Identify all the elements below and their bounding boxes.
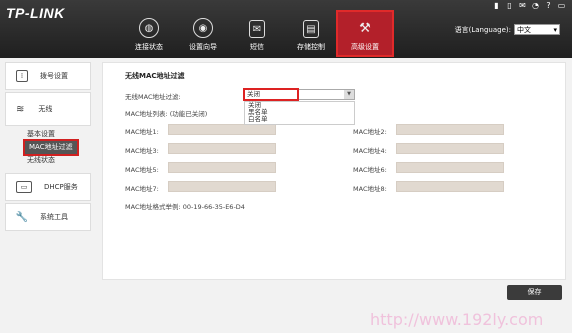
mac-input-5[interactable] [168, 162, 276, 173]
nav-label: 高级设置 [351, 43, 379, 51]
nav-label: 连接状态 [135, 43, 163, 51]
subnav-mac-filter[interactable]: MAC地址过滤 [23, 139, 79, 156]
mac-input-7[interactable] [168, 181, 276, 192]
mac-input-6[interactable] [396, 162, 504, 173]
watermark-text: http://www.192ly.com [370, 310, 544, 329]
battery-icon: ▭ [557, 1, 566, 10]
sidebar: ⁞ 拨号设置 ≋ 无线 基本设置 MAC地址过滤 无线状态 ▭ DHCP服务 🔧… [5, 62, 91, 233]
nav-label: 短信 [250, 43, 264, 51]
wifi-icon: ≋ [16, 103, 25, 115]
sidebar-item-label: 系统工具 [40, 213, 68, 221]
nav-sms[interactable]: ✉ 短信 [230, 12, 284, 55]
nav-label: 设置向导 [189, 43, 217, 51]
storage-icon: ▤ [303, 20, 319, 38]
sidebar-item-label: 无线 [38, 105, 53, 113]
top-header: TP-LINK ▮ ▯ ✉ ◔ ? ▭ ◍ 连接状态 ◉ 设置向导 ✉ 短信 ▤… [0, 0, 572, 58]
tools-icon: ⚒ [359, 20, 371, 36]
wizard-icon: ◉ [193, 18, 213, 38]
main-nav: ◍ 连接状态 ◉ 设置向导 ✉ 短信 ▤ 存储控制 ⚒ 高级设置 [122, 10, 394, 57]
wrench-icon: 🔧 [15, 211, 29, 223]
mac-input-1[interactable] [168, 124, 276, 135]
highlight-box [243, 88, 299, 101]
nav-setup-wizard[interactable]: ◉ 设置向导 [176, 12, 230, 55]
sidebar-item-wireless[interactable]: ≋ 无线 [5, 92, 91, 126]
mac-label-3: MAC地址3: [125, 147, 159, 155]
mail-icon: ✉ [249, 20, 265, 38]
nav-advanced-settings[interactable]: ⚒ 高级设置 [336, 10, 394, 57]
mac-label-5: MAC地址5: [125, 166, 159, 174]
mac-label-6: MAC地址6: [353, 166, 387, 174]
filter-options: 关闭 黑名单 白名单 [244, 101, 355, 125]
mac-label-2: MAC地址2: [353, 128, 387, 136]
mac-filter-panel: 无线MAC地址过滤 无线MAC地址过滤: 关闭 ▼ 关闭 黑名单 白名单 MAC… [102, 62, 566, 280]
page-title: 无线MAC地址过滤 [125, 72, 185, 80]
filter-label: 无线MAC地址过滤: [125, 93, 181, 101]
wireless-subnav: 基本设置 MAC地址过滤 无线状态 [5, 126, 91, 169]
mac-input-2[interactable] [396, 124, 504, 135]
dialpad-icon: ⁞ [16, 70, 28, 82]
chevron-down-icon: ▼ [344, 90, 354, 99]
wifi-icon: ◔ [532, 1, 539, 10]
dhcp-icon: ▭ [16, 181, 32, 193]
chevron-down-icon: ▾ [553, 25, 557, 34]
nav-label: 存储控制 [297, 43, 325, 51]
mac-label-1: MAC地址1: [125, 128, 159, 136]
globe-icon: ◍ [139, 18, 159, 38]
save-button[interactable]: 保存 [507, 285, 562, 300]
status-icons: ▮ ▯ ✉ ◔ ? ▭ [492, 1, 566, 10]
brand-logo: TP-LINK [6, 5, 65, 21]
subnav-wireless-status[interactable]: 无线状态 [5, 154, 91, 167]
mac-input-3[interactable] [168, 143, 276, 154]
mac-list-label: MAC地址列表: (功能已关闭) [125, 110, 208, 118]
mac-input-4[interactable] [396, 143, 504, 154]
language-value: 中文 [517, 25, 531, 34]
mac-label-8: MAC地址8: [353, 185, 387, 193]
nav-connection-status[interactable]: ◍ 连接状态 [122, 12, 176, 55]
subnav-basic-settings[interactable]: 基本设置 [5, 128, 91, 141]
help-icon[interactable]: ? [544, 1, 553, 10]
sim-icon: ▯ [507, 1, 512, 10]
language-label: 语言(Language): [454, 25, 511, 34]
language-selector: 语言(Language): 中文 ▾ [455, 24, 560, 35]
nav-storage[interactable]: ▤ 存储控制 [284, 12, 338, 55]
mac-label-4: MAC地址4: [353, 147, 387, 155]
option-whitelist[interactable]: 白名单 [248, 116, 354, 123]
sidebar-item-dial[interactable]: ⁞ 拨号设置 [5, 62, 91, 90]
sidebar-item-label: 拨号设置 [40, 72, 68, 80]
sidebar-item-dhcp[interactable]: ▭ DHCP服务 [5, 173, 91, 201]
mac-input-8[interactable] [396, 181, 504, 192]
signal-icon: ▮ [494, 1, 499, 10]
mac-format-example: MAC地址格式举例: 00-19-66-35-E6-D4 [125, 203, 245, 211]
mac-label-7: MAC地址7: [125, 185, 159, 193]
language-select[interactable]: 中文 ▾ [514, 24, 560, 35]
mail-status-icon: ✉ [519, 1, 526, 10]
sidebar-item-system-tools[interactable]: 🔧 系统工具 [5, 203, 91, 231]
sidebar-item-label: DHCP服务 [44, 183, 78, 191]
